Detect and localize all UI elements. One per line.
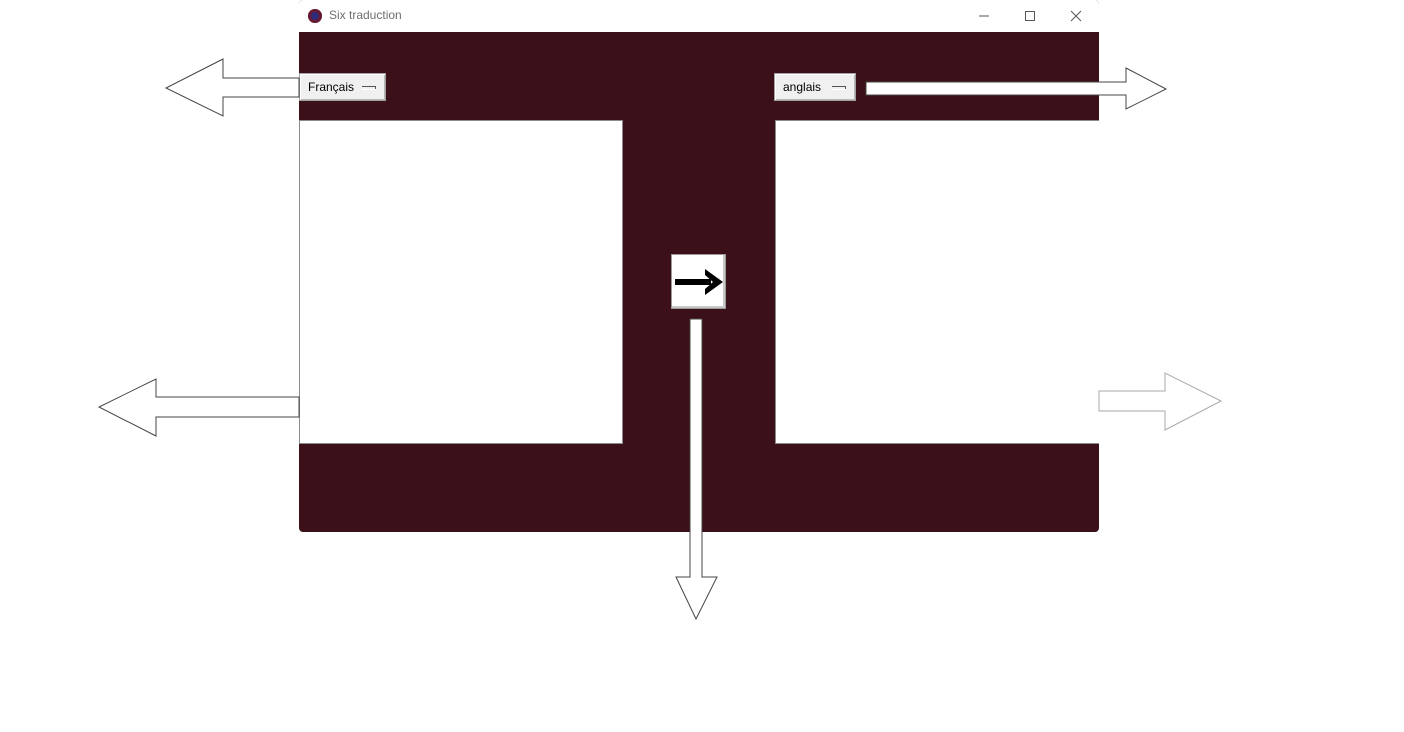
maximize-icon [1025, 11, 1035, 21]
minimize-icon [979, 15, 989, 17]
annotation-arrow-source-language [164, 58, 300, 117]
dropdown-indicator-icon [362, 86, 376, 89]
annotation-arrow-source-text [97, 378, 300, 437]
target-language-value: anglais [783, 80, 822, 94]
source-language-select[interactable]: Français [299, 73, 386, 101]
dropdown-indicator-icon [832, 86, 846, 89]
translate-button[interactable] [671, 254, 726, 309]
close-button[interactable] [1053, 0, 1099, 32]
title-bar[interactable]: Six traduction [299, 0, 1099, 32]
app-window: Six traduction Français anglais [299, 0, 1099, 532]
source-language-value: Français [308, 80, 355, 94]
annotation-arrow-target-text [1098, 372, 1223, 431]
minimize-button[interactable] [961, 0, 1007, 32]
maximize-button[interactable] [1007, 0, 1053, 32]
window-title: Six traduction [329, 8, 402, 22]
source-text-area[interactable] [299, 120, 623, 444]
app-icon [308, 9, 322, 23]
target-language-select[interactable]: anglais [774, 73, 856, 101]
right-arrow-icon [674, 268, 723, 295]
target-text-area[interactable] [775, 120, 1099, 444]
close-icon [1070, 10, 1082, 22]
